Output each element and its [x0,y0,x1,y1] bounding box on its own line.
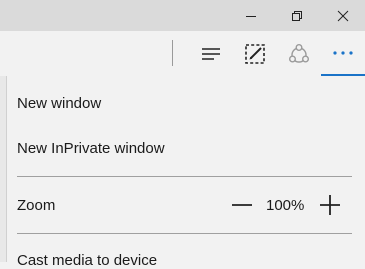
menu-divider [17,176,352,177]
browser-toolbar [0,31,365,76]
share-icon [289,43,309,63]
minimize-button[interactable] [228,0,274,31]
menu-divider [17,233,352,234]
zoom-value: 100% [266,197,305,214]
more-icon [333,50,353,55]
hub-button[interactable] [189,31,233,76]
web-note-icon [245,43,265,64]
restore-icon [292,10,302,21]
zoom-out-button[interactable] [228,190,256,220]
hub-icon [202,47,220,60]
menu-item-cast-media[interactable]: Cast media to device [17,252,157,269]
restore-button[interactable] [274,0,320,31]
close-button[interactable] [320,0,365,31]
close-icon [337,10,349,21]
toolbar-divider [172,40,173,66]
minimize-icon [246,15,256,17]
share-button[interactable] [277,31,321,76]
minus-icon [232,204,252,206]
zoom-in-button[interactable] [316,190,344,220]
plus-icon [320,195,340,215]
title-bar [0,0,365,31]
menu-item-new-window[interactable]: New window [17,95,101,112]
page-edge [0,76,7,262]
more-button[interactable] [321,31,365,76]
menu-item-new-inprivate-window[interactable]: New InPrivate window [17,140,165,157]
zoom-label: Zoom [17,197,56,214]
web-note-button[interactable] [233,31,277,76]
